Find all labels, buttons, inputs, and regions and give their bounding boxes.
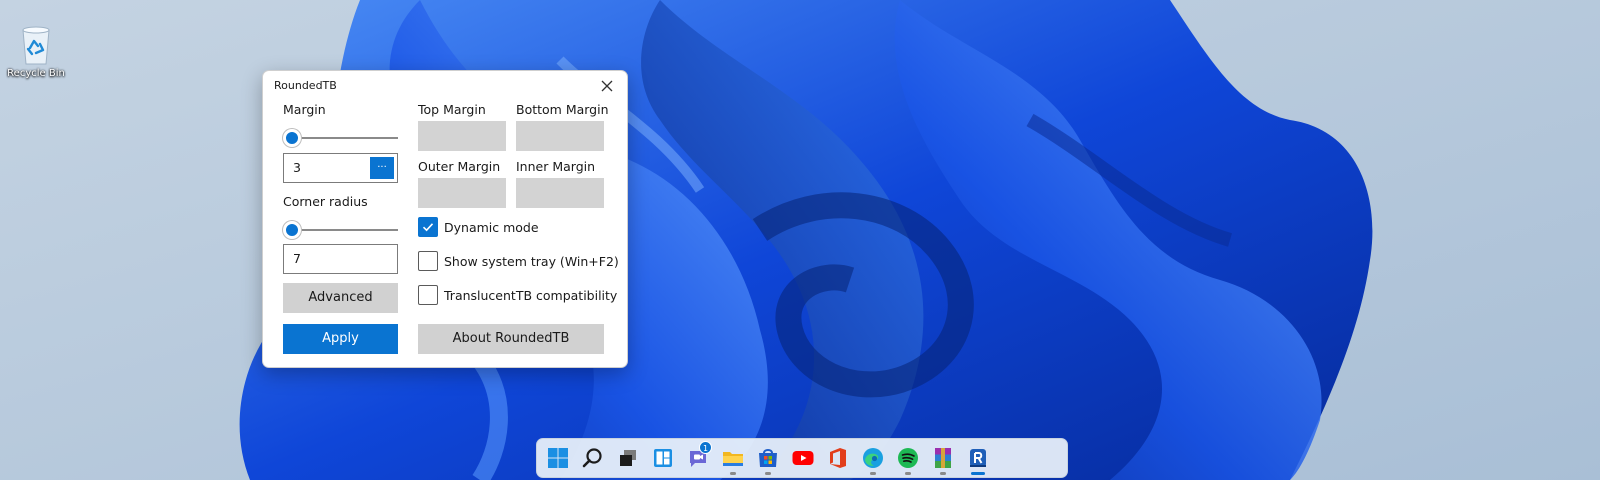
outer-margin-label: Outer Margin xyxy=(418,159,501,174)
translucent-option[interactable]: TranslucentTB compatibility xyxy=(418,285,617,305)
search-icon xyxy=(582,448,602,468)
dynamic-mode-label: Dynamic mode xyxy=(444,219,539,235)
recycle-bin-label: Recycle Bin xyxy=(7,68,65,79)
office-icon xyxy=(829,448,846,468)
chat-badge: 1 xyxy=(699,441,712,454)
window-title: RoundedTB xyxy=(274,79,337,92)
about-button[interactable]: About RoundedTB xyxy=(418,324,604,354)
taskbar-youtube[interactable] xyxy=(785,440,820,476)
taskbar-spotify[interactable] xyxy=(890,440,925,476)
dynamic-mode-option[interactable]: Dynamic mode xyxy=(418,217,539,237)
corner-radius-slider[interactable] xyxy=(283,220,398,240)
active-indicator xyxy=(970,472,985,475)
taskbar-office[interactable] xyxy=(820,440,855,476)
show-tray-label: Show system tray (Win+F2) xyxy=(444,253,619,269)
margin-label: Margin xyxy=(283,102,326,117)
task-view-icon xyxy=(619,450,636,466)
taskbar: 1 xyxy=(536,438,1068,478)
close-icon xyxy=(601,80,613,92)
youtube-icon xyxy=(792,451,813,465)
top-margin-field xyxy=(418,121,506,151)
show-tray-option[interactable]: Show system tray (Win+F2) xyxy=(418,251,619,271)
inner-margin-field xyxy=(516,178,604,208)
checkmark-icon xyxy=(422,223,434,232)
margin-input[interactable]: 3 ... xyxy=(283,153,398,183)
advanced-button[interactable]: Advanced xyxy=(283,283,398,313)
running-indicator xyxy=(904,472,911,475)
running-indicator xyxy=(764,472,771,475)
windows-logo-icon xyxy=(547,448,568,468)
roundedtb-window: RoundedTB Margin 3 ... Corner radius 7 A… xyxy=(262,70,628,368)
store-icon xyxy=(758,449,777,467)
taskbar-start[interactable] xyxy=(540,440,575,476)
translucent-label: TranslucentTB compatibility xyxy=(444,287,618,303)
top-margin-label: Top Margin xyxy=(418,102,486,117)
taskbar-chat[interactable]: 1 xyxy=(680,440,715,476)
translucent-checkbox[interactable] xyxy=(418,285,438,305)
taskbar-search[interactable] xyxy=(575,440,610,476)
folder-icon xyxy=(722,452,743,466)
close-button[interactable] xyxy=(595,75,619,97)
widgets-icon xyxy=(653,449,672,467)
bottom-margin-label: Bottom Margin xyxy=(516,102,609,117)
running-indicator xyxy=(729,472,736,475)
taskbar-edge[interactable] xyxy=(855,440,890,476)
dynamic-mode-checkbox[interactable] xyxy=(418,217,438,237)
taskbar-widgets[interactable] xyxy=(645,440,680,476)
taskbar-store[interactable] xyxy=(750,440,785,476)
corner-radius-label: Corner radius xyxy=(283,194,368,209)
inner-margin-label: Inner Margin xyxy=(516,159,596,174)
taskbar-winrar[interactable] xyxy=(925,440,960,476)
taskbar-roundedtb[interactable] xyxy=(960,440,995,476)
outer-margin-field xyxy=(418,178,506,208)
winrar-icon xyxy=(934,448,951,468)
running-indicator xyxy=(939,472,946,475)
apply-button[interactable]: Apply xyxy=(283,324,398,354)
edge-icon xyxy=(862,448,883,468)
margin-slider[interactable] xyxy=(283,128,398,148)
spotify-icon xyxy=(897,448,918,468)
recycle-bin-shortcut[interactable]: Recycle Bin xyxy=(4,24,68,79)
corner-radius-slider-thumb[interactable] xyxy=(283,221,301,239)
taskbar-file-explorer[interactable] xyxy=(715,440,750,476)
margin-more-button[interactable]: ... xyxy=(370,157,394,179)
roundedtb-icon xyxy=(969,449,986,467)
recycle-bin-icon xyxy=(22,26,50,65)
show-tray-checkbox[interactable] xyxy=(418,251,438,271)
margin-value: 3 xyxy=(293,160,301,175)
corner-radius-value: 7 xyxy=(293,251,301,266)
desktop-wallpaper xyxy=(0,0,1600,480)
corner-radius-input[interactable]: 7 xyxy=(283,244,398,274)
margin-slider-thumb[interactable] xyxy=(283,129,301,147)
taskbar-task-view[interactable] xyxy=(610,440,645,476)
running-indicator xyxy=(869,472,876,475)
bottom-margin-field xyxy=(516,121,604,151)
